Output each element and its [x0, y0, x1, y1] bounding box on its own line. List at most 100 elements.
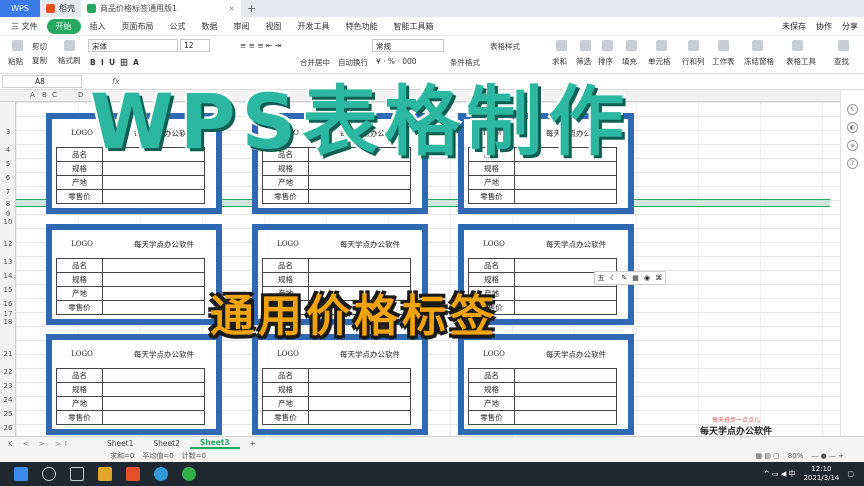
row-header[interactable]: 26 [0, 424, 16, 432]
format-painter-icon[interactable] [64, 40, 75, 51]
field-value[interactable] [308, 382, 411, 397]
row-header[interactable]: 12 [0, 240, 16, 248]
property-icon[interactable]: ≡ [847, 140, 858, 151]
tray-icons[interactable]: ^ ▭ ◀ 中 [764, 469, 796, 479]
field-value[interactable] [102, 175, 205, 190]
float-tool[interactable]: ✎ [621, 274, 627, 282]
view-mode-icons[interactable]: ▦ ▤ ▢ [755, 452, 779, 460]
field-value[interactable] [514, 175, 617, 190]
float-tool[interactable]: ☾ [610, 274, 616, 282]
column-header[interactable]: A [30, 91, 35, 99]
task-view-icon[interactable] [70, 467, 84, 481]
search-icon[interactable] [42, 467, 56, 481]
field-value[interactable] [102, 396, 205, 411]
row-header[interactable]: 3 [0, 128, 16, 136]
cell-icon[interactable] [656, 40, 667, 51]
paste-icon[interactable] [12, 40, 23, 51]
help-icon[interactable]: ? [847, 158, 858, 169]
field-value[interactable] [514, 368, 617, 383]
field-value[interactable] [514, 286, 617, 301]
notification-icon[interactable]: ▢ [847, 470, 854, 478]
menu-page-layout[interactable]: 页面布局 [115, 19, 161, 34]
worksheet-icon[interactable] [718, 40, 729, 51]
row-header[interactable]: 13 [0, 258, 16, 266]
field-value[interactable] [514, 382, 617, 397]
name-box[interactable]: A8 [2, 75, 82, 88]
close-tab-icon[interactable]: × [228, 4, 235, 13]
wps-icon[interactable] [126, 467, 140, 481]
copy-button[interactable]: 复制 [32, 55, 47, 66]
edge-icon[interactable] [154, 467, 168, 481]
sum-icon[interactable] [556, 40, 567, 51]
align-group[interactable]: ≡ ≡ ≡ ⇤ ⇥ [240, 41, 281, 50]
style-icon[interactable]: ◐ [847, 122, 858, 133]
price-tag-card[interactable]: LOGO 每天学点办公软件 品名 规格 产地 零售价 [252, 334, 428, 435]
column-header[interactable]: B [42, 91, 47, 99]
field-value[interactable] [308, 175, 411, 190]
field-value[interactable] [102, 272, 205, 287]
field-value[interactable] [514, 410, 617, 425]
row-col-button[interactable]: 行和列 [682, 56, 705, 67]
row-header[interactable]: 22 [0, 368, 16, 376]
windows-start-icon[interactable] [14, 467, 28, 481]
menu-start[interactable]: 开始 [46, 18, 81, 34]
row-header[interactable]: 14 [0, 272, 16, 280]
unsaved-status[interactable]: 未保存 [782, 21, 806, 32]
field-value[interactable] [514, 300, 617, 315]
table-style-button[interactable]: 表格样式 [490, 41, 520, 52]
field-value[interactable] [102, 410, 205, 425]
table-tools-icon[interactable] [792, 40, 803, 51]
zoom-slider[interactable]: — ● — + [811, 452, 844, 460]
field-value[interactable] [102, 189, 205, 204]
table-tools-button[interactable]: 表格工具 [786, 56, 816, 67]
zoom-level[interactable]: 80% [788, 452, 804, 460]
wechat-icon[interactable] [182, 467, 196, 481]
field-value[interactable] [102, 368, 205, 383]
add-sheet-icon[interactable]: + [240, 439, 266, 448]
filter-icon[interactable] [580, 40, 591, 51]
field-value[interactable] [308, 410, 411, 425]
freeze-button[interactable]: 冻结窗格 [744, 56, 774, 67]
row-header[interactable]: 9 [0, 210, 16, 218]
row-header[interactable]: 15 [0, 286, 16, 294]
menu-data[interactable]: 数据 [195, 19, 225, 34]
column-header[interactable]: D [78, 91, 83, 99]
row-header[interactable]: 18 [0, 318, 16, 326]
sheet-nav-icons[interactable]: K < > >I [8, 440, 71, 448]
font-size-select[interactable]: 12 [180, 39, 210, 52]
field-value[interactable] [308, 368, 411, 383]
collaborate-button[interactable]: 协作 [816, 21, 832, 32]
find-button[interactable]: 查找 [834, 56, 849, 67]
field-value[interactable] [308, 396, 411, 411]
menu-review[interactable]: 审阅 [227, 19, 257, 34]
row-header[interactable]: 25 [0, 410, 16, 418]
field-value[interactable] [514, 396, 617, 411]
row-header[interactable]: 21 [0, 350, 16, 358]
select-icon[interactable]: ↖ [847, 104, 858, 115]
paste-button[interactable]: 粘贴 [8, 56, 23, 67]
menu-smart-tools[interactable]: 智能工具箱 [387, 19, 441, 34]
clock[interactable]: 12:10 2021/3/14 [803, 465, 839, 483]
worksheet-button[interactable]: 工作表 [712, 56, 735, 67]
row-header[interactable]: 6 [0, 174, 16, 182]
tab-wps[interactable]: WPS [0, 0, 40, 17]
tab-daoke[interactable]: 稻壳 [40, 0, 81, 17]
float-tool[interactable]: ⌘ [655, 274, 662, 282]
tab-document[interactable]: 商品价格标签通用版1 × [81, 0, 241, 17]
cell-button[interactable]: 单元格 [648, 56, 671, 67]
menu-formula[interactable]: 公式 [163, 19, 193, 34]
field-value[interactable] [102, 300, 205, 315]
menu-features[interactable]: 特色功能 [339, 19, 385, 34]
menu-view[interactable]: 视图 [259, 19, 289, 34]
sort-icon[interactable] [602, 40, 613, 51]
file-explorer-icon[interactable] [98, 467, 112, 481]
menu-file[interactable]: 三 文件 [4, 19, 45, 34]
sheet-tab-3[interactable]: Sheet3 [189, 438, 240, 449]
sheet-tab-2[interactable]: Sheet2 [143, 439, 189, 448]
column-header[interactable]: C [52, 91, 57, 99]
row-header[interactable]: 10 [0, 218, 16, 226]
row-col-icon[interactable] [688, 40, 699, 51]
price-tag-card[interactable]: LOGO 每天学点办公软件 品名 规格 产地 零售价 [458, 334, 634, 435]
menu-developer[interactable]: 开发工具 [291, 19, 337, 34]
row-header[interactable]: 7 [0, 188, 16, 196]
